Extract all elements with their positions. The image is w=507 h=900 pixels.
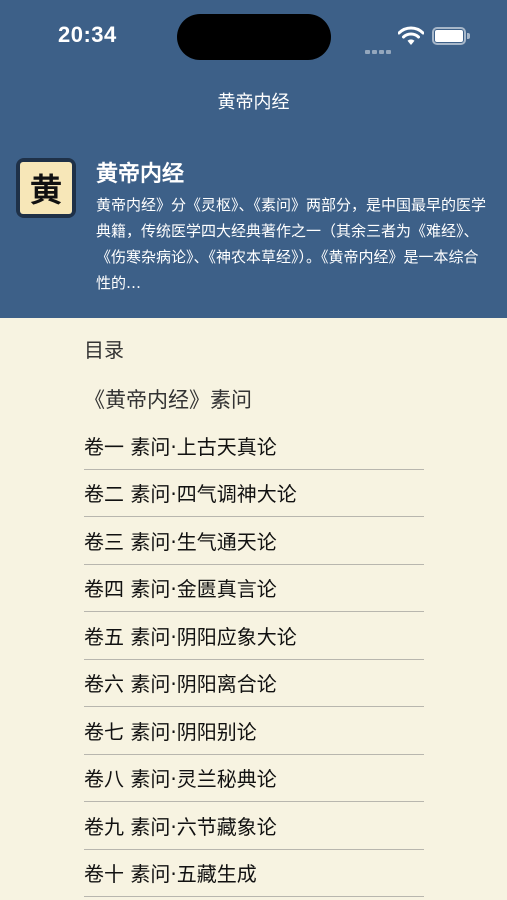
chapter-item[interactable]: 卷八 素问·灵兰秘典论	[84, 755, 424, 802]
wifi-icon	[397, 26, 425, 46]
chapter-item[interactable]: 卷五 素问·阴阳应象大论	[84, 612, 424, 660]
chapter-list: 卷一 素问·上古天真论 卷二 素问·四气调神大论 卷三 素问·生气通天论 卷四 …	[84, 422, 424, 897]
section-title: 《黄帝内经》素问	[84, 388, 252, 412]
chapter-item[interactable]: 卷三 素问·生气通天论	[84, 517, 424, 565]
battery-icon	[432, 27, 470, 45]
chapter-item[interactable]: 卷九 素问·六节藏象论	[84, 802, 424, 850]
book-description: 黄帝内经》分《灵枢》、《素问》两部分，是中国最早的医学典籍，传统医学四大经典著作…	[96, 196, 487, 292]
book-cover-icon: 黄	[16, 158, 76, 218]
chapter-item[interactable]: 卷二 素问·四气调神大论	[84, 470, 424, 517]
chapter-item[interactable]: 卷六 素问·阴阳离合论	[84, 660, 424, 707]
status-time: 20:34	[58, 22, 117, 47]
book-cover-char: 黄	[20, 162, 72, 214]
chapter-item[interactable]: 卷四 素问·金匮真言论	[84, 565, 424, 612]
nav-title: 黄帝内经	[217, 92, 290, 113]
toc-label: 目录	[84, 338, 124, 362]
chapter-item[interactable]: 卷七 素问·阴阳别论	[84, 707, 424, 755]
cellular-signal-icon	[365, 39, 393, 54]
chapter-item[interactable]: 卷一 素问·上古天真论	[84, 422, 424, 470]
header: 20:34 黄帝内经 黄 黄帝内经 黄帝内经》分《灵枢》、《素问》两部分，是中国…	[0, 0, 507, 318]
chapter-item[interactable]: 卷十 素问·五藏生成	[84, 850, 424, 897]
book-title: 黄帝内经	[96, 162, 185, 187]
status-bar: 20:34	[0, 0, 507, 72]
dynamic-island	[177, 14, 331, 60]
